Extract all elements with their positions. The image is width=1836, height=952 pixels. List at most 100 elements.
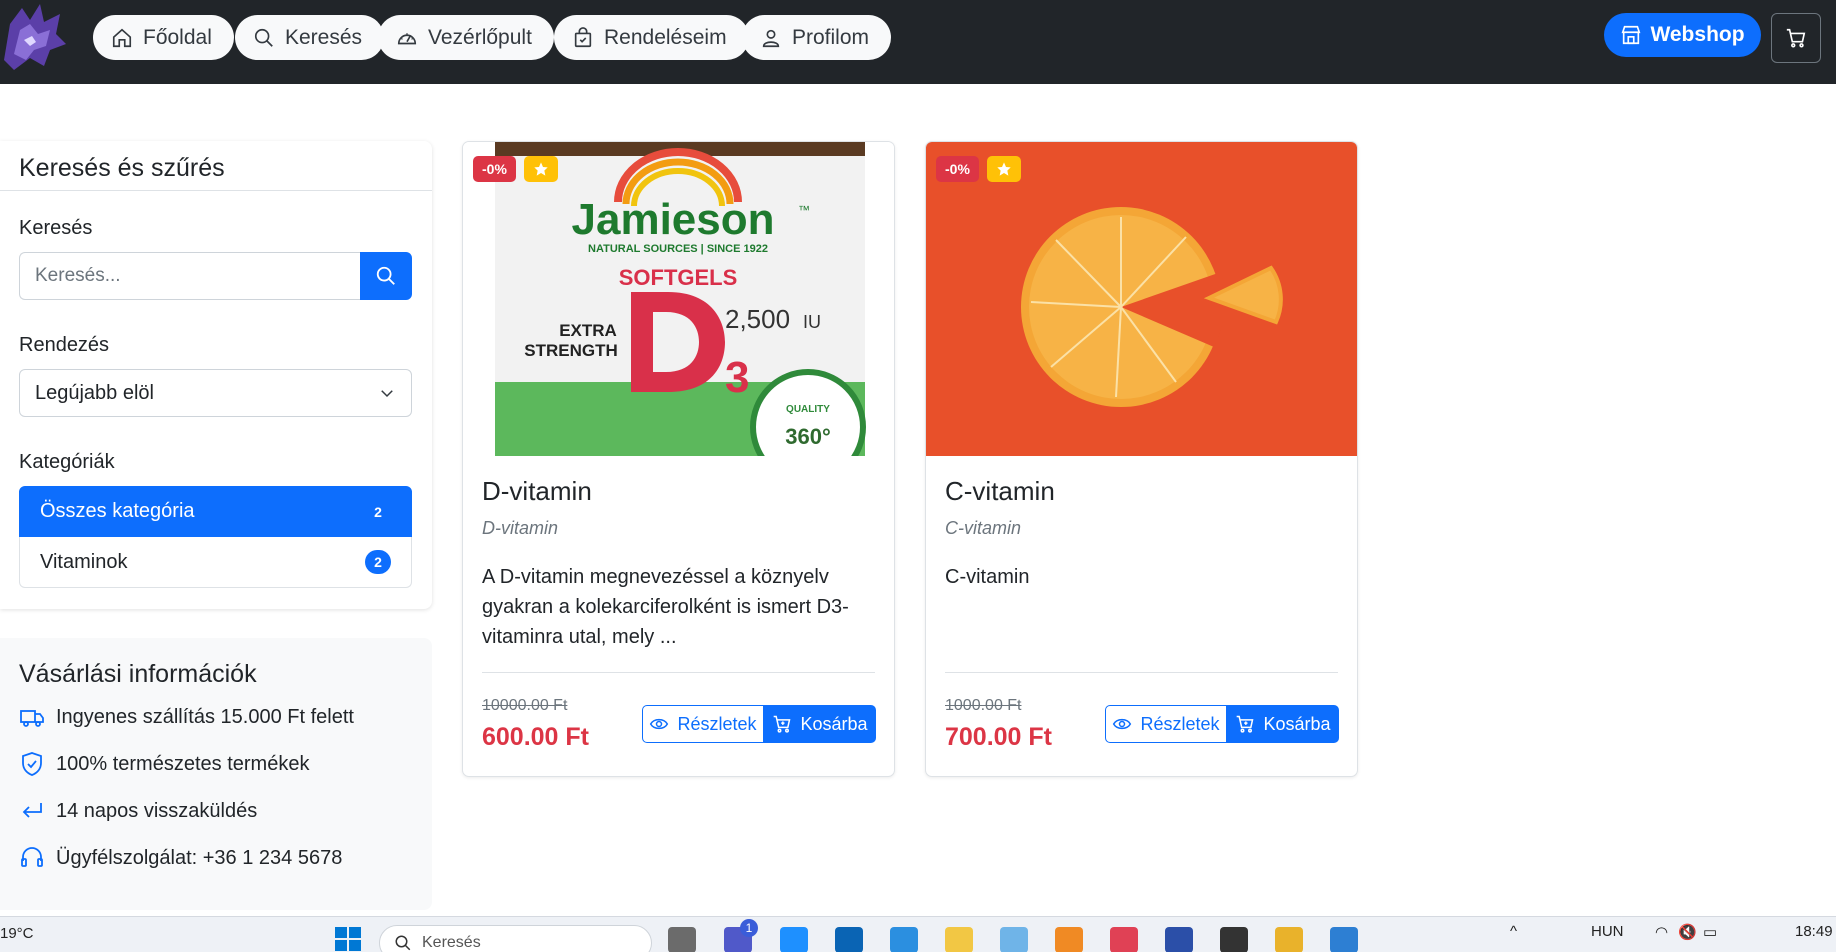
search-input[interactable] bbox=[19, 252, 360, 300]
info-title: Vásárlási információk bbox=[19, 660, 257, 688]
eye-icon bbox=[1113, 718, 1132, 730]
brand-text: Jamieson bbox=[572, 195, 775, 244]
seal-arc-text: QUALITY bbox=[786, 404, 830, 415]
seal-text: 360° bbox=[785, 424, 831, 449]
dose-text: 2,500 bbox=[725, 304, 790, 334]
tray-chevron-up-icon[interactable]: ^ bbox=[1510, 923, 1517, 940]
nav-vezerlopult[interactable]: Vezérlőpult bbox=[378, 15, 554, 60]
task-view-icon[interactable] bbox=[668, 927, 696, 952]
sort-select[interactable]: Legújabb elöl bbox=[19, 369, 412, 417]
search-button[interactable] bbox=[360, 252, 412, 300]
info-text: 14 napos visszaküldés bbox=[56, 799, 258, 822]
nav-profilom-label: Profilom bbox=[792, 25, 870, 49]
info-text: 100% természetes termékek bbox=[56, 752, 310, 775]
details-label: Részletek bbox=[1140, 713, 1220, 734]
sort-label: Rendezés bbox=[19, 334, 110, 356]
sort-value: Legújabb elöl bbox=[35, 381, 154, 404]
nav-fooldal-label: Főoldal bbox=[143, 25, 212, 49]
details-button[interactable]: Részletek bbox=[642, 705, 764, 743]
terminal-icon[interactable] bbox=[1220, 927, 1248, 952]
jamieson-bottle-image: 360° QUALITY Jamieson ™ NATURAL SOURCES … bbox=[463, 142, 894, 456]
wifi-icon[interactable]: ◠ bbox=[1655, 923, 1668, 941]
windows-taskbar: 19°C Keresés 1 ^ HUN ◠ 🔇 ▭ 18:49 bbox=[0, 916, 1836, 952]
person-icon bbox=[762, 29, 780, 47]
product-description: C-vitamin bbox=[945, 566, 1030, 588]
info-row-return: 14 napos visszaküldés bbox=[19, 798, 257, 824]
speedometer-icon bbox=[397, 32, 417, 44]
taskbar-search-placeholder: Keresés bbox=[422, 934, 481, 951]
webshop-label: Webshop bbox=[1650, 23, 1745, 46]
windows-start-icon[interactable] bbox=[333, 925, 363, 952]
details-button[interactable]: Részletek bbox=[1105, 705, 1227, 743]
truck-icon bbox=[20, 710, 44, 727]
nav-kereses-label: Keresés bbox=[285, 25, 363, 49]
product-card-c-vitamin[interactable]: -0% C-vitamin C-vitamin C-vitamin 1000.0… bbox=[925, 141, 1358, 777]
taskbar-search[interactable]: Keresés bbox=[379, 925, 652, 952]
add-to-cart-button[interactable]: Kosárba bbox=[1227, 705, 1339, 743]
nav-rendeleseim[interactable]: Rendeléseim bbox=[554, 15, 749, 60]
category-count-badge: 2 bbox=[365, 550, 391, 574]
brand-tm-text: ™ bbox=[798, 203, 810, 217]
cart-icon bbox=[1786, 28, 1806, 48]
volume-muted-icon[interactable]: 🔇 bbox=[1678, 923, 1697, 941]
shopping-info-card: Vásárlási információk Ingyenes szállítás… bbox=[0, 638, 432, 910]
outlook-icon[interactable] bbox=[835, 927, 863, 952]
add-to-cart-button[interactable]: Kosárba bbox=[764, 705, 876, 743]
orange-slice-image bbox=[926, 142, 1357, 456]
search-icon bbox=[395, 935, 411, 951]
cart-label: Kosárba bbox=[1263, 713, 1331, 734]
category-vitaminok[interactable]: Vitaminok 2 bbox=[19, 537, 412, 588]
opera-icon[interactable] bbox=[1110, 927, 1138, 952]
product-title[interactable]: C-vitamin bbox=[945, 476, 1055, 507]
star-icon bbox=[997, 162, 1011, 176]
old-price: 10000.00 Ft bbox=[482, 697, 568, 714]
nav-fooldal[interactable]: Főoldal bbox=[93, 15, 234, 60]
details-label: Részletek bbox=[677, 713, 757, 734]
old-price: 1000.00 Ft bbox=[945, 697, 1022, 714]
product-divider bbox=[945, 672, 1338, 673]
wolf-logo-icon[interactable] bbox=[0, 0, 70, 72]
product-divider bbox=[482, 672, 875, 673]
battery-icon[interactable]: ▭ bbox=[1703, 923, 1717, 941]
nav-vezerlopult-label: Vezérlőpult bbox=[428, 25, 532, 49]
chevron-down-icon bbox=[381, 390, 393, 398]
keyboard-language[interactable]: HUN bbox=[1591, 923, 1624, 940]
product-image[interactable]: 360° QUALITY Jamieson ™ NATURAL SOURCES … bbox=[463, 142, 894, 456]
top-navbar: Főoldal Keresés Vezérlőpult Rendeléseim … bbox=[0, 0, 1836, 84]
webshop-button[interactable]: Webshop bbox=[1604, 13, 1761, 57]
return-arrow-icon bbox=[22, 803, 42, 818]
shield-check-icon bbox=[22, 752, 42, 776]
save-disk-icon[interactable] bbox=[1165, 927, 1193, 952]
info-text: Ingyenes szállítás 15.000 Ft felett bbox=[56, 705, 354, 728]
product-image[interactable] bbox=[926, 142, 1357, 456]
chrome-icon[interactable] bbox=[1275, 927, 1303, 952]
snipping-tool-icon[interactable] bbox=[1000, 927, 1028, 952]
categories-label: Kategóriák bbox=[19, 451, 115, 473]
vscode-icon[interactable] bbox=[890, 927, 918, 952]
featured-badge bbox=[524, 156, 558, 182]
filter-title: Keresés és szűrés bbox=[19, 154, 225, 182]
weather-widget[interactable]: 19°C bbox=[0, 925, 34, 942]
info-row-support: Ügyfélszolgálat: +36 1 234 5678 bbox=[19, 845, 342, 871]
chat-app-icon[interactable] bbox=[780, 927, 808, 952]
product-card-d-vitamin[interactable]: 360° QUALITY Jamieson ™ NATURAL SOURCES … bbox=[462, 141, 895, 777]
product-title[interactable]: D-vitamin bbox=[482, 476, 592, 507]
nav-rendeleseim-label: Rendeléseim bbox=[604, 25, 727, 49]
nav-profilom[interactable]: Profilom bbox=[742, 15, 892, 60]
cart-button[interactable] bbox=[1771, 13, 1821, 63]
house-icon bbox=[112, 28, 132, 47]
cart-plus-icon bbox=[774, 715, 791, 733]
category-all[interactable]: Összes kategória 2 bbox=[19, 486, 412, 537]
photos-icon[interactable] bbox=[1330, 927, 1358, 952]
tagline-text: NATURAL SOURCES | SINCE 1922 bbox=[588, 243, 768, 255]
discount-badge: -0% bbox=[936, 156, 979, 182]
clock-time[interactable]: 18:49 bbox=[1795, 923, 1833, 940]
shop-icon bbox=[1622, 25, 1641, 45]
nav-kereses[interactable]: Keresés bbox=[235, 15, 385, 60]
xampp-icon[interactable] bbox=[1055, 927, 1083, 952]
file-explorer-icon[interactable] bbox=[945, 927, 973, 952]
new-price: 700.00 Ft bbox=[945, 723, 1053, 751]
search-group bbox=[19, 252, 412, 300]
product-description: A D-vitamin megnevezéssel a köznyelv gya… bbox=[482, 566, 849, 648]
softgels-text: SOFTGELS bbox=[619, 265, 738, 290]
